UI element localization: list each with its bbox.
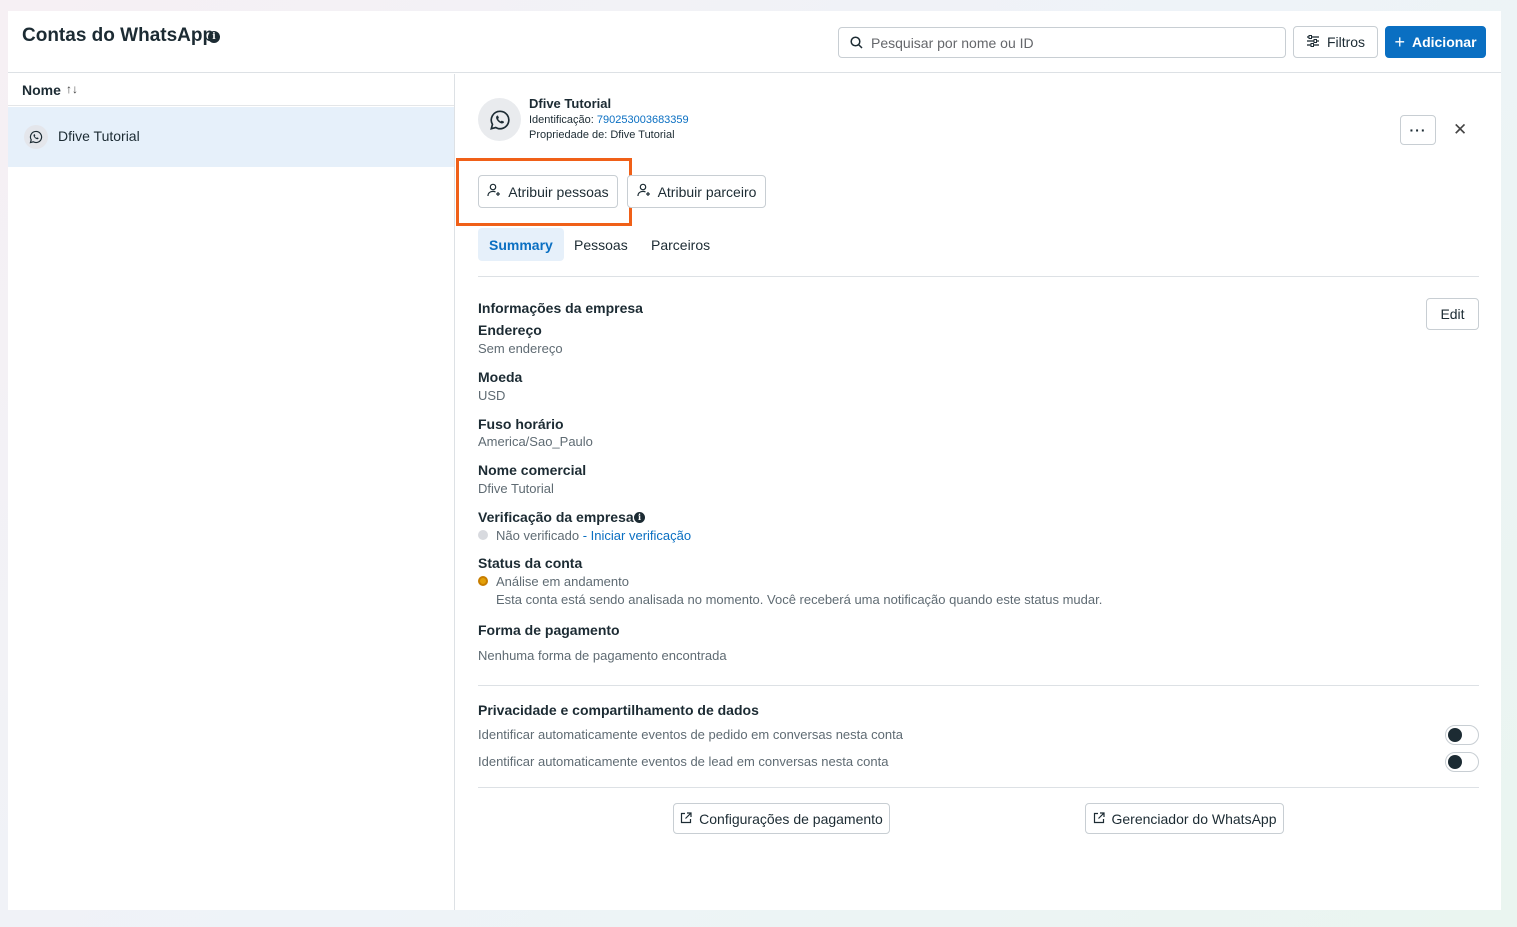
accounts-list-panel: Nome ↑↓ Dfive Tutorial bbox=[8, 74, 455, 910]
whatsapp-manager-button[interactable]: Gerenciador do WhatsApp bbox=[1085, 803, 1284, 834]
company-section-title: Informações da empresa bbox=[478, 300, 643, 316]
account-name: Dfive Tutorial bbox=[529, 96, 612, 111]
column-name-label: Nome bbox=[22, 82, 61, 98]
filters-label: Filtros bbox=[1326, 34, 1366, 50]
section-divider bbox=[478, 787, 1479, 788]
external-link-icon bbox=[1093, 811, 1105, 827]
add-person-icon bbox=[636, 183, 651, 200]
plus-icon: + bbox=[1394, 32, 1405, 52]
account-status-label: Status da conta bbox=[478, 555, 583, 571]
unverified-status-dot bbox=[478, 530, 488, 540]
tabs-divider bbox=[478, 276, 1479, 277]
search-icon bbox=[850, 36, 863, 54]
privacy-section-title: Privacidade e compartilhamento de dados bbox=[478, 702, 759, 718]
trade-name-label: Nome comercial bbox=[478, 462, 587, 478]
payment-label: Forma de pagamento bbox=[478, 622, 620, 638]
section-divider bbox=[478, 685, 1479, 686]
verification-status: Não verificado - Iniciar verificação bbox=[496, 528, 691, 543]
list-header[interactable]: Nome ↑↓ bbox=[8, 74, 454, 106]
list-item[interactable]: Dfive Tutorial bbox=[8, 107, 454, 167]
external-link-icon bbox=[680, 811, 692, 827]
payment-settings-button[interactable]: Configurações de pagamento bbox=[673, 803, 890, 834]
list-item-name: Dfive Tutorial bbox=[58, 128, 140, 144]
address-value: Sem endereço bbox=[478, 341, 563, 356]
account-detail-panel: Dfive Tutorial Identificação: 7902530036… bbox=[456, 74, 1501, 910]
whatsapp-avatar-icon bbox=[478, 98, 521, 141]
address-label: Endereço bbox=[478, 322, 542, 338]
page-title: Contas do WhatsApp bbox=[22, 25, 215, 46]
toggle-knob bbox=[1448, 728, 1462, 742]
assign-people-button[interactable]: Atribuir pessoas bbox=[478, 175, 618, 208]
assign-people-label: Atribuir pessoas bbox=[508, 183, 609, 200]
toggle-orders-label: Identificar automaticamente eventos de p… bbox=[478, 727, 903, 742]
verification-label: Verificação da empresa bbox=[478, 509, 634, 525]
search-box[interactable] bbox=[838, 27, 1286, 58]
tab-summary[interactable]: Summary bbox=[478, 228, 564, 261]
timezone-label: Fuso horário bbox=[478, 416, 564, 432]
add-label: Adicionar bbox=[1411, 34, 1477, 50]
more-options-button[interactable]: ··· bbox=[1400, 115, 1436, 145]
toggle-leads-switch[interactable] bbox=[1445, 752, 1479, 772]
whatsapp-icon bbox=[24, 125, 48, 149]
toggle-knob bbox=[1448, 755, 1462, 769]
add-button[interactable]: + Adicionar bbox=[1385, 26, 1486, 58]
toggle-orders-switch[interactable] bbox=[1445, 725, 1479, 745]
trade-name-value: Dfive Tutorial bbox=[478, 481, 554, 496]
account-owner: Propriedade de: Dfive Tutorial bbox=[529, 129, 675, 141]
account-status-value: Análise em andamento bbox=[496, 574, 629, 589]
edit-button[interactable]: Edit bbox=[1426, 298, 1479, 330]
top-bar: Contas do WhatsApp i Filtros + Adicionar bbox=[8, 11, 1501, 73]
search-input[interactable] bbox=[871, 32, 1271, 54]
timezone-value: America/Sao_Paulo bbox=[478, 434, 593, 449]
toggle-leads-label: Identificar automaticamente eventos de l… bbox=[478, 754, 889, 769]
payment-value: Nenhuma forma de pagamento encontrada bbox=[478, 648, 727, 663]
add-person-icon bbox=[487, 183, 501, 200]
account-status-note: Esta conta está sendo analisada no momen… bbox=[496, 592, 1103, 607]
verification-status-text: Não verificado bbox=[496, 528, 580, 543]
sliders-icon bbox=[1306, 34, 1320, 50]
info-icon[interactable]: i bbox=[208, 31, 220, 43]
filters-button[interactable]: Filtros bbox=[1293, 26, 1378, 58]
start-verification-link[interactable]: - Iniciar verificação bbox=[583, 528, 691, 543]
payment-settings-label: Configurações de pagamento bbox=[699, 810, 883, 827]
currency-label: Moeda bbox=[478, 369, 523, 385]
detail-tabs: Summary Pessoas Parceiros bbox=[478, 228, 1479, 262]
pending-status-dot bbox=[478, 576, 488, 586]
app-window: Contas do WhatsApp i Filtros + Adicionar… bbox=[8, 11, 1501, 910]
assign-partner-button[interactable]: Atribuir parceiro bbox=[627, 175, 766, 208]
assign-partner-label: Atribuir parceiro bbox=[657, 183, 757, 200]
currency-value: USD bbox=[478, 388, 506, 403]
close-icon[interactable]: ✕ bbox=[1453, 120, 1467, 140]
account-id-link[interactable]: 790253003683359 bbox=[597, 114, 689, 126]
whatsapp-manager-label: Gerenciador do WhatsApp bbox=[1111, 810, 1277, 827]
more-icon: ··· bbox=[1409, 122, 1427, 138]
account-id: Identificação: 790253003683359 bbox=[529, 114, 689, 126]
verification-info-icon[interactable]: i bbox=[634, 512, 645, 523]
tab-partners[interactable]: Parceiros bbox=[640, 228, 721, 261]
sort-icon[interactable]: ↑↓ bbox=[66, 82, 78, 96]
tab-people[interactable]: Pessoas bbox=[563, 228, 639, 261]
account-id-label: Identificação: bbox=[529, 114, 594, 126]
